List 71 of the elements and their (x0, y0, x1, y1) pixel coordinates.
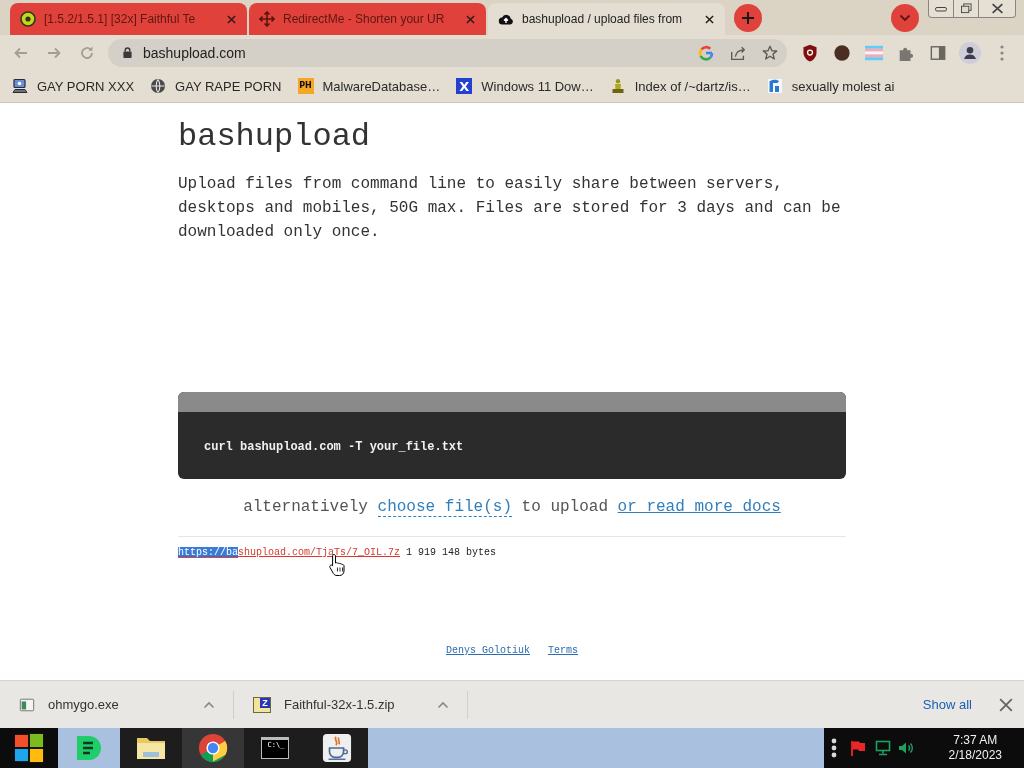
docs-link[interactable]: or read more docs (617, 498, 781, 516)
footer-link[interactable]: Denys Golotiuk (446, 644, 530, 658)
monitor-icon (875, 740, 891, 756)
circle-logo-icon (198, 733, 228, 763)
tray-overflow-button[interactable] (831, 738, 837, 758)
reload-icon (79, 44, 95, 61)
logo-icon (766, 78, 783, 94)
bookmark-item[interactable]: PH MalwareDatabase… (289, 72, 449, 100)
letter-logo: X (456, 78, 473, 94)
caret-up-icon (437, 700, 449, 709)
choose-file-link[interactable]: choose file(s) (377, 498, 512, 517)
minimize-icon (934, 4, 948, 13)
globe-icon (150, 78, 167, 94)
striped-flag-icon (865, 43, 883, 62)
bookmark-item[interactable]: sexually molest ai (758, 72, 903, 100)
bookmark-item[interactable]: GAY PORN XXX (4, 72, 143, 100)
close-icon (704, 14, 714, 24)
clock-time[interactable]: 7:37 AM (953, 733, 998, 748)
footer-link[interactable]: Terms (548, 644, 578, 658)
close-icon (990, 3, 1004, 14)
site-title: bashupload (178, 118, 372, 156)
disc-icon (20, 11, 36, 27)
menu-icon (1000, 44, 1004, 61)
chevron-down-icon (899, 13, 911, 22)
side-panel-icon (930, 44, 946, 61)
plus-icon (741, 10, 755, 25)
vertical-dots-icon (831, 738, 837, 758)
caret-up-icon (203, 700, 215, 709)
alternative-upload-text: alternatively choose file(s) to upload or read more docs (242, 497, 782, 519)
lock-icon (122, 46, 133, 59)
new-tab-button[interactable] (734, 3, 762, 32)
computer-icon (12, 78, 28, 94)
taskbar-button[interactable] (120, 728, 182, 768)
restore-icon (959, 3, 973, 14)
archive-icon: Z (253, 696, 271, 713)
avatar-icon (833, 43, 851, 62)
clock-date[interactable]: 2/18/2023 (948, 748, 1002, 763)
command-text: curl bashupload.com -T your_file.txt (204, 440, 464, 454)
start-icon (14, 733, 44, 763)
program-window-icon (19, 696, 35, 713)
taskbar-button[interactable] (306, 728, 368, 768)
browser-tab[interactable]: bashupload / upload files from (488, 3, 725, 35)
file-size: 1 919 148 bytes (406, 546, 497, 560)
network-button[interactable] (875, 740, 891, 756)
profile-icon (959, 41, 981, 64)
speaker-icon (898, 740, 914, 756)
uploaded-file-link[interactable]: https://bashupload.com/TjaTs/7_OIL.7z (178, 546, 401, 560)
download-item[interactable]: ohmygo.exe (0, 690, 234, 719)
tray-icon-button[interactable] (850, 740, 866, 756)
download-item[interactable]: Z Faithful-32x-1.5.zip (234, 690, 468, 719)
volume-button[interactable] (898, 740, 914, 756)
flag-icon (850, 740, 866, 756)
bookmark-item[interactable]: GAY RAPE PORN (142, 72, 290, 100)
bookmark-item[interactable]: X Windows 11 Dow… (448, 72, 602, 100)
address-bar[interactable]: bashupload.com (108, 38, 787, 67)
intro-paragraph: Upload files from command line to easily share between servers, desktops and mobiles, 50G max. Files are stored for 3 days and can be downloaded only once. (178, 174, 842, 243)
coffee-cup-icon (322, 733, 352, 763)
close-icon (999, 697, 1013, 712)
shield-icon (801, 43, 819, 62)
bookmark-item[interactable]: Index of /~dartz/is… (601, 72, 759, 100)
tab-search-button[interactable] (891, 3, 919, 32)
chat-bubble-icon (74, 733, 104, 763)
letter-logo: PH (297, 78, 314, 94)
g-logo-icon (697, 43, 715, 62)
star-icon (761, 43, 779, 62)
show-all-button[interactable]: Show all (914, 691, 980, 718)
close-icon (465, 14, 475, 24)
close-icon (226, 14, 236, 24)
four-arrows-icon (259, 11, 275, 27)
start-button[interactable] (0, 728, 58, 768)
taskbar-button[interactable] (182, 728, 244, 768)
